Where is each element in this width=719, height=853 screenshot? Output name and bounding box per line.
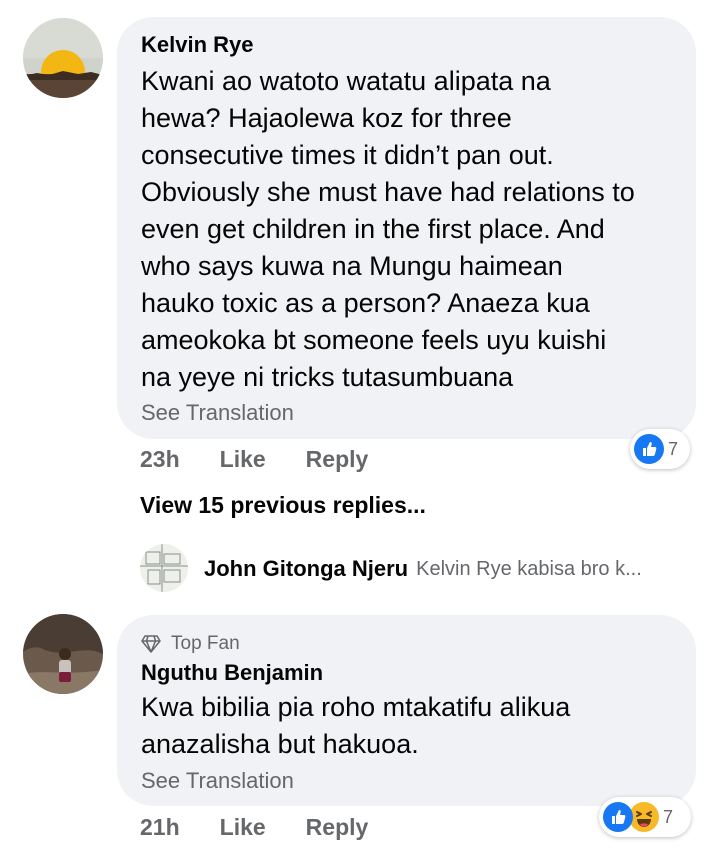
comment-author[interactable]: Kelvin Rye <box>141 31 254 59</box>
reaction-count: 7 <box>668 438 679 459</box>
haha-reaction-icon <box>629 802 659 832</box>
comment-timestamp[interactable]: 21h <box>140 814 180 841</box>
comment-author[interactable]: Nguthu Benjamin <box>141 659 323 687</box>
avatar-john-gitonga-njeru[interactable] <box>140 544 188 592</box>
diamond-icon <box>141 635 161 653</box>
comment-text: Kwani ao watoto watatu alipata na hewa? … <box>141 66 635 392</box>
sunset-avatar-image <box>23 18 103 98</box>
reply-author[interactable]: John Gitonga Njeru <box>204 556 408 582</box>
reply-snippet: Kelvin Rye kabisa bro k... <box>416 557 642 580</box>
comment-text: Kwa bibilia pia roho mtakatifu alikua an… <box>141 692 571 759</box>
reaction-count: 7 <box>663 806 674 827</box>
avatar-kelvin-rye[interactable] <box>23 18 103 98</box>
badge-label: Top Fan <box>171 633 240 654</box>
reply-button[interactable]: Reply <box>306 446 369 473</box>
like-button[interactable]: Like <box>220 814 266 841</box>
comment-bubble: Top Fan Nguthu Benjamin Kwa bibilia pia … <box>117 615 696 806</box>
view-previous-replies-link[interactable]: View 15 previous replies... <box>140 492 426 519</box>
reactions-summary[interactable]: 7 <box>630 429 690 469</box>
top-fan-badge: Top Fan <box>141 633 240 655</box>
comment-actions: 21h Like Reply <box>140 812 368 842</box>
reply-preview[interactable]: John Gitonga Njeru Kelvin Rye kabisa bro… <box>204 555 642 583</box>
see-translation-link[interactable]: See Translation <box>141 399 294 427</box>
comment-timestamp[interactable]: 23h <box>140 446 180 473</box>
like-reaction-icon <box>603 802 633 832</box>
like-reaction-icon <box>634 434 664 464</box>
comment-actions: 23h Like Reply <box>140 444 368 474</box>
see-translation-link[interactable]: See Translation <box>141 767 294 795</box>
person-avatar-image <box>23 614 103 694</box>
avatar-nguthu-benjamin[interactable] <box>23 614 103 694</box>
reply-button[interactable]: Reply <box>306 814 369 841</box>
sketch-avatar-image <box>140 544 188 592</box>
reactions-summary[interactable]: 7 <box>599 797 691 837</box>
comment-bubble: Kelvin Rye Kwani ao watoto watatu alipat… <box>117 17 696 439</box>
like-button[interactable]: Like <box>220 446 266 473</box>
